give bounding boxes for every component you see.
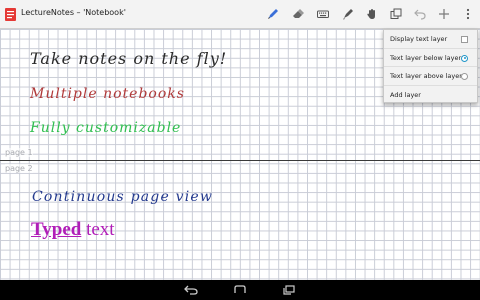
page-2-label: page 2 — [5, 164, 33, 173]
menu-item-text-layer-above[interactable]: Text layer above layer 1 — [384, 67, 477, 86]
handwriting-line-2: Multiple notebooks — [30, 86, 185, 102]
handwriting-line-1: Take notes on the fly! — [30, 49, 228, 68]
typed-text-bold: Typed — [31, 219, 82, 240]
menu-item-add-layer[interactable]: Add layer — [384, 86, 477, 105]
overflow-menu-icon — [466, 8, 470, 20]
page-1-label: page 1 — [5, 148, 33, 157]
pen-icon — [268, 9, 278, 19]
hand-tool-button[interactable] — [364, 6, 380, 22]
typed-text-plain: text — [81, 219, 115, 240]
overflow-menu-button[interactable] — [460, 6, 476, 22]
layer-menu: Display text layer Text layer below laye… — [383, 29, 478, 103]
hand-icon — [367, 9, 375, 19]
pen-tool-button[interactable] — [265, 6, 281, 22]
eraser-icon — [293, 9, 304, 18]
keyboard-tool-button[interactable] — [315, 6, 331, 22]
undo-icon — [414, 9, 426, 20]
menu-item-label: Add layer — [390, 90, 421, 99]
recents-button[interactable] — [280, 283, 298, 297]
handwriting-line-3: Fully customizable — [30, 120, 182, 136]
app-title: LectureNotes – 'Notebook' — [21, 8, 126, 17]
eraser-tool-button[interactable] — [290, 6, 306, 22]
action-bar: LectureNotes – 'Notebook' — [0, 0, 480, 29]
keyboard-icon — [317, 10, 329, 18]
marker-tool-button[interactable] — [340, 6, 356, 22]
menu-item-label: Text layer above layer 1 — [390, 72, 469, 80]
menu-item-label: Display text layer — [390, 35, 448, 43]
display-text-layer-checkbox[interactable] — [461, 36, 468, 43]
layers-icon — [390, 8, 402, 19]
home-icon — [234, 285, 246, 293]
text-layer-above-radio[interactable] — [461, 73, 468, 80]
marker-icon — [343, 9, 353, 20]
text-layer-below-radio[interactable] — [461, 54, 468, 62]
layers-tool-button[interactable] — [388, 6, 404, 22]
back-button[interactable] — [182, 283, 200, 297]
menu-item-label: Text layer below layer 1 — [390, 53, 468, 62]
notebook-app-icon[interactable] — [5, 8, 16, 21]
add-button[interactable] — [436, 6, 452, 22]
undo-button[interactable] — [412, 6, 428, 22]
menu-item-text-layer-below[interactable]: Text layer below layer 1 — [384, 49, 477, 67]
home-button[interactable] — [231, 283, 249, 297]
add-icon — [439, 9, 449, 19]
typed-text: Typed text — [31, 219, 115, 241]
recents-icon — [283, 285, 295, 295]
handwriting-line-4: Continuous page view — [32, 189, 214, 205]
back-icon — [184, 285, 198, 295]
menu-item-display-text-layer[interactable]: Display text layer — [384, 30, 477, 49]
system-navigation-bar — [0, 280, 480, 300]
page-divider — [0, 160, 480, 161]
